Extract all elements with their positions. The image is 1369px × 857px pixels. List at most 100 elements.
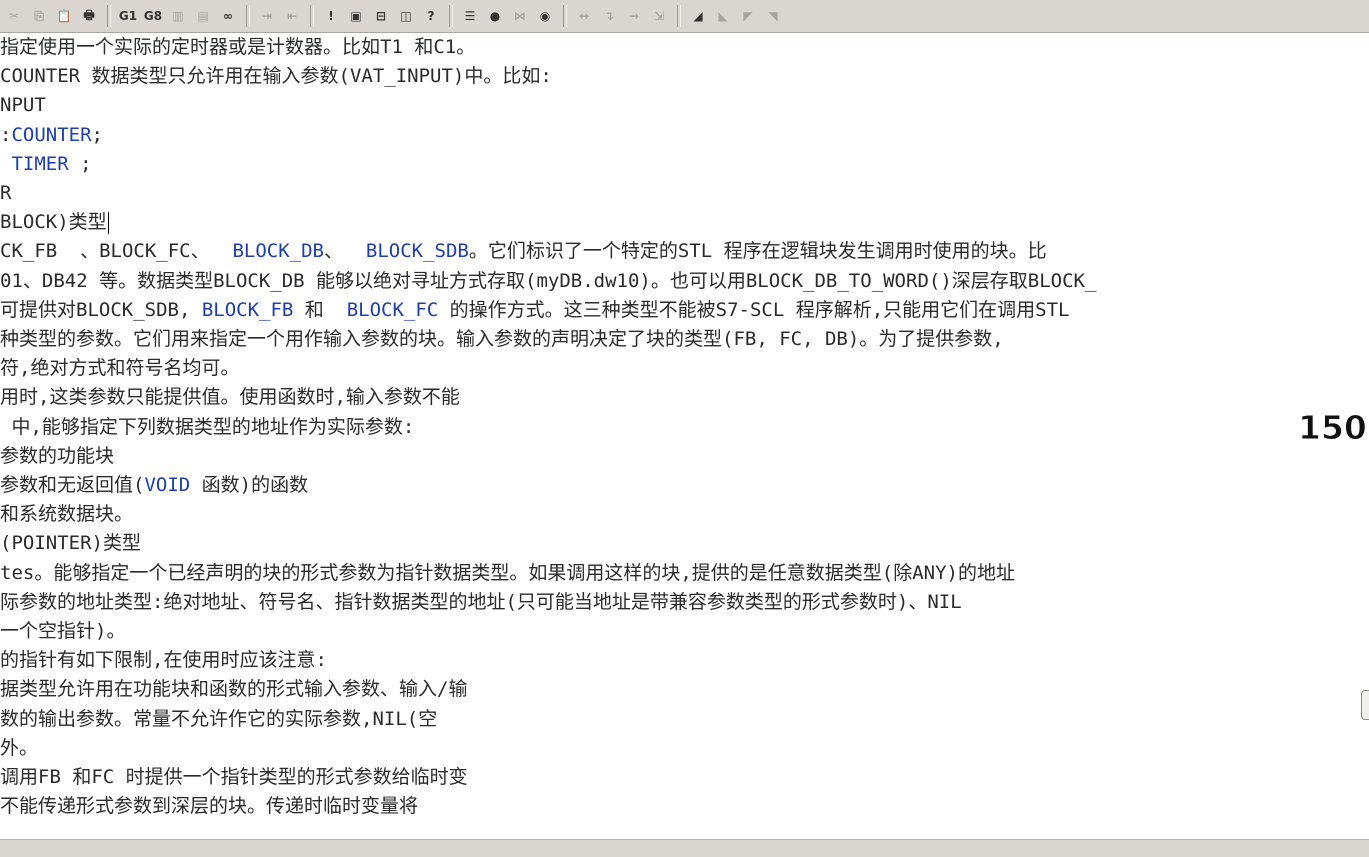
breakpoint-icon: ● [489,9,501,23]
find-next-button[interactable]: G8 [141,4,165,28]
toolbar-group: ↔ ↴ → ⇲ [572,2,672,30]
text-segment: BLOCK)类型 [0,211,107,234]
text-line: :COUNTER; [0,122,103,148]
text-line: 种类型的参数。它们用来指定一个用作输入参数的块。输入参数的声明决定了块的类型(F… [0,326,1004,352]
exclaim-icon: ! [328,9,334,23]
text-segment: ; [91,123,103,146]
breakpoint-button[interactable]: ● [483,4,507,28]
toolbar-group: ! ▣ ⊟ ◫? [319,2,444,30]
paste-button[interactable]: 📋 [52,4,76,28]
text-line: 数的输出参数。常量不允许作它的实际参数,NIL(空 [0,706,437,732]
text-segment: 参数和无返回值( [0,474,145,496]
find-button[interactable]: G1 [116,4,140,28]
cut-button[interactable]: ✂ [2,4,26,28]
text-segment: 外。 [0,736,39,759]
text-caret [107,211,109,234]
text-line: 指定使用一个实际的定时器或是计数器。比如T1 和C1。 [0,34,475,60]
keyword-token: BLOCK_FC [346,298,439,321]
exclaim-button[interactable]: ! [319,4,343,28]
glasses-monitor-button[interactable]: ◉ [533,4,557,28]
text-line: 的指针有如下限制,在使用时应该注意: [0,647,327,673]
text-segment: 不能传递形式参数到深层的块。传递时临时变量将 [0,795,419,818]
text-segment: 和系统数据块。 [0,503,134,526]
side-panel-handle[interactable] [1361,690,1369,720]
glasses-icon: ∞ [223,9,233,23]
step-icon: ↔ [578,9,590,23]
text-line: NPUT [0,92,46,118]
keyword-token: COUNTER [11,123,92,146]
status-bar [0,839,1369,857]
text-line: 01、DB42 等。数据类型BLOCK_DB 能够以绝对寻址方式存取(myDB.… [0,268,1096,294]
chart2-button[interactable]: ▤ [191,4,215,28]
split-vertical-button[interactable]: ◫ [394,4,418,28]
text-editor[interactable]: 指定使用一个实际的定时器或是计数器。比如T1 和C1。 COUNTER 数据类型只… [0,33,1369,839]
text-line: 可提供对BLOCK_SDB, BLOCK_FB 和 BLOCK_FC 的操作方式… [0,297,1069,323]
text-segment: 种类型的参数。它们用来指定一个用作输入参数的块。输入参数的声明决定了块的类型(F… [0,328,1004,350]
text-line: 符,绝对方式和符号名均可。 [0,355,239,381]
chart-button[interactable]: ▥ [166,4,190,28]
text-line: 调用FB 和FC 时提供一个指针类型的形式参数给临时变 [0,764,468,790]
text-line: TIMER ; [0,151,91,177]
toolbar-group: ✂ ⎘ 📋 🖶 [2,2,102,30]
text-segment: : [0,123,12,146]
text-segment: (POINTER)类型 [0,532,141,555]
text-segment: NPUT [0,94,46,117]
find-next-icon: G8 [143,9,163,23]
step-out-icon: → [628,9,640,23]
step-out-button[interactable]: → [622,4,646,28]
block-2-button[interactable]: ◣ [711,4,735,28]
breakpoint-disable-button[interactable]: ⋈ [508,4,532,28]
step-button[interactable]: ↔ [572,4,596,28]
text-line: 和系统数据块。 [0,501,133,527]
find-icon: G1 [118,9,138,23]
toolbar: ✂ ⎘ 📋 🖶 G1 G8 ▥ ▤ ∞ ⇥ ⇤! ▣ ⊟ ◫? ☰ ● ⋈ ◉ ↔ ↴ → ⇲ ◢ ◣ ◤ ◥ [0,0,1369,33]
text-line: 用时,这类参数只能提供值。使用函数时,输入参数不能 [0,384,460,410]
text-line: COUNTER 数据类型只允许用在输入参数(VAT_INPUT)中。比如: [0,63,552,89]
text-segment: 指定使用一个实际的定时器或是计数器。比如T1 和C1。 [0,36,476,58]
run-to-cursor-button[interactable]: ⇲ [647,4,671,28]
print-button[interactable]: 🖶 [77,4,101,28]
text-line: tes。能够指定一个已经声明的块的形式参数为指针数据类型。如果调用这样的块,提供… [0,560,1015,586]
text-line: BLOCK)类型 [0,209,109,235]
keyword-token: BLOCK_DB [232,240,324,263]
go-to-2-button[interactable]: ⇤ [280,4,304,28]
block-icon: ◢ [693,9,703,23]
text-segment: 据类型允许用在功能块和函数的形式输入参数、输入/输 [0,678,468,701]
split-vertical-icon: ◫ [400,9,412,23]
toolbar-separator [677,5,681,27]
glasses-button[interactable]: ∞ [216,4,240,28]
block-button[interactable]: ◢ [686,4,710,28]
toolbar-group: ⇥ ⇤ [255,2,305,30]
step-into-button[interactable]: ↴ [597,4,621,28]
text-line: R [0,180,11,206]
text-line: 参数和无返回值(VOID 函数)的函数 [0,472,308,498]
text-segment: 符,绝对方式和符号名均可。 [0,357,240,380]
text-segment: 。它们标识了一个特定的STL 程序在逻辑块发生调用时使用的块。比 [468,240,1047,263]
chart-icon: ▥ [172,9,184,23]
go-to-button[interactable]: ⇥ [255,4,279,28]
block-3-button[interactable]: ◤ [736,4,760,28]
text-line: 际参数的地址类型:绝对地址、符号名、指针数据类型的地址(只可能当地址是带兼容参数… [0,589,962,615]
overlay-counter: 150 [1298,408,1368,448]
copy-button[interactable]: ⎘ [27,4,51,28]
list-button[interactable]: ☰ [458,4,482,28]
split-horizontal-icon: ⊟ [375,9,387,23]
text-line: 一个空指针)。 [0,618,125,644]
text-segment: COUNTER 数据类型只允许用在输入参数(VAT_INPUT)中。比如: [0,65,552,88]
text-segment [0,153,11,175]
split-horizontal-button[interactable]: ⊟ [369,4,393,28]
text-segment: 的指针有如下限制,在使用时应该注意: [0,649,327,672]
toolbar-separator [310,5,314,27]
breakpoint-disable-icon: ⋈ [514,9,526,23]
text-segment: 调用FB 和FC 时提供一个指针类型的形式参数给临时变 [0,766,468,788]
help-button[interactable]: ? [419,4,443,28]
block-4-button[interactable]: ◥ [761,4,785,28]
help-icon: ? [427,9,435,23]
text-line: 不能传递形式参数到深层的块。传递时临时变量将 [0,793,418,819]
text-line: 据类型允许用在功能块和函数的形式输入参数、输入/输 [0,676,467,702]
paste-icon: 📋 [56,9,72,23]
toolbar-group: ☰ ● ⋈ ◉ [458,2,558,30]
text-segment: CK_FB 、BLOCK_FC、 [0,240,233,263]
windows-button[interactable]: ▣ [344,4,368,28]
text-segment: R [0,182,12,204]
